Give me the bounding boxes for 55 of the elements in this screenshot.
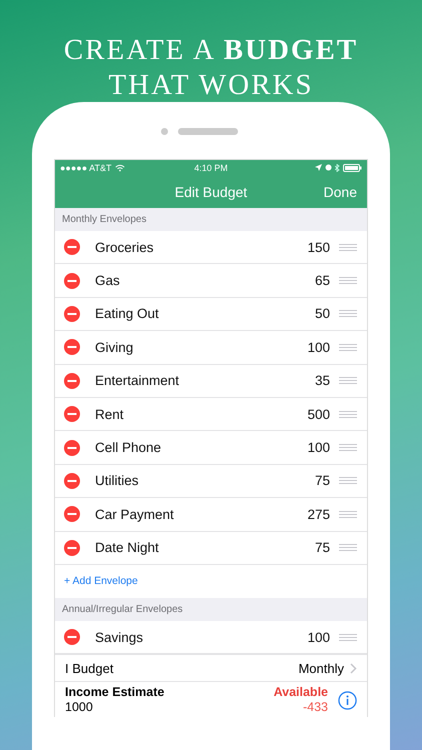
- carrier: ●●●●● AT&T: [60, 162, 112, 172]
- delete-icon[interactable]: [64, 239, 80, 256]
- envelope-amount[interactable]: 50: [314, 306, 330, 322]
- delete-icon[interactable]: [64, 406, 80, 422]
- envelope-amount[interactable]: 275: [307, 506, 330, 522]
- income-label: Income Estimate: [65, 685, 166, 700]
- envelope-name: Utilities: [95, 473, 140, 488]
- envelope-amount[interactable]: 75: [314, 540, 330, 556]
- battery-icon: [343, 164, 362, 172]
- envelope-name: Groceries: [95, 240, 155, 255]
- add-envelope-link[interactable]: + Add Envelope: [64, 575, 138, 588]
- envelope-name: Date Night: [95, 540, 160, 556]
- envelope-name: Entertainment: [95, 373, 180, 388]
- envelope-amount[interactable]: 35: [314, 373, 330, 388]
- delete-icon[interactable]: [64, 339, 80, 356]
- delete-icon[interactable]: [64, 272, 80, 289]
- envelope-name: Cell Phone: [95, 440, 162, 456]
- delete-icon[interactable]: [64, 506, 80, 522]
- budget-period-value[interactable]: Monthly: [298, 660, 344, 676]
- chevron-icon: [350, 662, 357, 674]
- available-label: Available: [274, 685, 328, 700]
- envelope-amount[interactable]: 100: [307, 630, 330, 645]
- envelope-amount[interactable]: 100: [307, 440, 330, 456]
- envelope-amount[interactable]: 500: [307, 406, 330, 422]
- envelope-name: Car Payment: [95, 506, 175, 522]
- status-time: 4:10 PM: [194, 162, 228, 172]
- delete-icon[interactable]: [64, 472, 80, 489]
- available-value: -433: [302, 700, 328, 716]
- envelope-name: Savings: [95, 630, 144, 645]
- screen-title: Edit Budget: [174, 184, 248, 200]
- envelope-name: Eating Out: [95, 306, 160, 322]
- speaker-icon: [178, 128, 238, 135]
- section-header: Monthly Envelopes: [55, 208, 367, 231]
- camera-icon: [160, 128, 168, 135]
- headline: CREATE A BUDGET: [64, 33, 358, 68]
- envelope-name: Gas: [95, 273, 121, 288]
- section-header: Annual/Irregular Envelopes: [55, 598, 367, 621]
- delete-icon[interactable]: [64, 629, 80, 646]
- wifi-icon: [114, 164, 125, 172]
- envelope-name: Rent: [95, 406, 125, 422]
- delete-icon[interactable]: [64, 440, 80, 456]
- delete-icon[interactable]: [64, 306, 80, 322]
- location-icon: [315, 164, 322, 171]
- delete-icon[interactable]: [64, 372, 80, 389]
- income-value[interactable]: 1000: [65, 700, 264, 716]
- envelope-amount[interactable]: 65: [314, 273, 330, 288]
- delete-icon[interactable]: [64, 540, 80, 556]
- budget-period-label: I Budget: [65, 660, 114, 676]
- bluetooth-icon: [335, 164, 340, 172]
- headline: THAT WORKS: [108, 68, 314, 103]
- envelope-amount[interactable]: 100: [307, 340, 330, 355]
- envelope-name: Giving: [95, 340, 134, 355]
- envelope-amount[interactable]: 150: [307, 240, 330, 255]
- info-icon[interactable]: [338, 690, 357, 710]
- envelope-amount[interactable]: 75: [314, 473, 330, 488]
